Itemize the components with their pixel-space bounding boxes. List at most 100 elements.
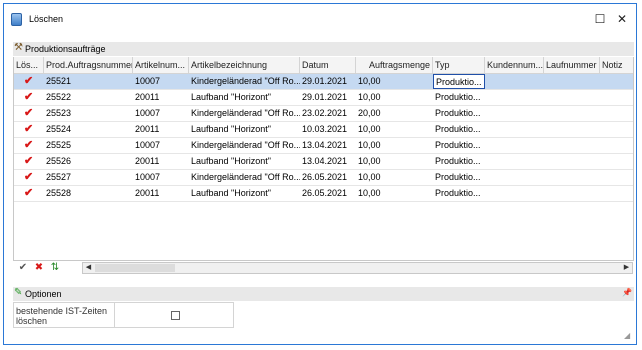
cell-datum: 26.05.2021 [302, 188, 348, 198]
cell-nr: 25525 [46, 140, 72, 150]
table-row[interactable]: ✔ 25524 20011 Laufband "Horizont" 10.03.2021… [14, 122, 633, 138]
cell-datum: 29.01.2021 [302, 76, 348, 86]
cell-menge: 10,00 [358, 124, 381, 134]
grid-header: Lös... Prod.Auftragsnummer Artikelnum...… [14, 57, 633, 74]
delete-ist-times-checkbox[interactable] [171, 311, 180, 320]
col-header-notiz[interactable]: Notiz [600, 57, 633, 73]
cell-bez: Laufband "Horizont" [191, 92, 271, 102]
cell-typ: Produktio... [435, 188, 481, 198]
cell-typ: Produktio... [435, 172, 481, 182]
cell-typ: Produktio... [435, 140, 481, 150]
col-header-typ[interactable]: Typ [433, 57, 485, 73]
delete-icon[interactable]: ✖ [33, 262, 45, 274]
window-title: Löschen [29, 14, 64, 24]
delete-check-icon[interactable]: ✔ [14, 154, 44, 169]
cell-menge: 10,00 [358, 76, 381, 86]
cell-nr: 25528 [46, 188, 72, 198]
table-row[interactable]: ✔ 25528 20011 Laufband "Horizont" 26.05.2021… [14, 186, 633, 202]
cell-typ: Produktio... [435, 124, 481, 134]
cell-datum: 29.01.2021 [302, 92, 348, 102]
cell-art: 20011 [135, 124, 160, 134]
cell-datum: 13.04.2021 [302, 156, 348, 166]
orders-grid: Lös... Prod.Auftragsnummer Artikelnum...… [13, 57, 634, 261]
cell-art: 20011 [135, 188, 160, 198]
cell-art: 20011 [135, 92, 160, 102]
cell-nr: 25523 [46, 108, 72, 118]
options-header: ✎ Optionen 📌 [13, 287, 634, 301]
table-row[interactable]: ✔ 25522 20011 Laufband "Horizont" 29.01.2021… [14, 90, 633, 106]
cell-nr: 25524 [46, 124, 72, 134]
col-header-loeschen[interactable]: Lös... [14, 57, 44, 73]
cell-bez: Kindergeländerad "Off Ro... [191, 108, 300, 118]
cell-datum: 23.02.2021 [302, 108, 348, 118]
resize-grip-icon[interactable]: ◢ [624, 332, 632, 340]
options-title: Optionen [25, 289, 62, 299]
col-header-kundennummer[interactable]: Kundennum... [485, 57, 544, 73]
table-row[interactable]: ✔ 25525 10007 Kindergeländerad "Off Ro... 13… [14, 138, 633, 154]
cell-menge: 10,00 [358, 140, 381, 150]
cell-menge: 20,00 [358, 108, 381, 118]
scroll-left-icon[interactable]: ◀ [83, 263, 94, 273]
cell-art: 20011 [135, 156, 160, 166]
delete-check-icon[interactable]: ✔ [14, 186, 44, 201]
col-header-datum[interactable]: Datum [300, 57, 356, 73]
cell-datum: 10.03.2021 [302, 124, 348, 134]
sort-icon[interactable]: ⇅ [49, 262, 61, 274]
scroll-right-icon[interactable]: ▶ [621, 263, 632, 273]
col-header-artikelnummer[interactable]: Artikelnum... [133, 57, 189, 73]
cell-nr: 25526 [46, 156, 72, 166]
cell-bez: Kindergeländerad "Off Ro... [191, 172, 300, 182]
hammer-icon: ⚒ [14, 42, 23, 53]
cell-bez: Laufband "Horizont" [191, 188, 271, 198]
delete-check-icon[interactable]: ✔ [14, 106, 44, 121]
horizontal-scrollbar[interactable]: ◀ ▶ [82, 262, 633, 274]
cell-nr: 25522 [46, 92, 72, 102]
cell-art: 10007 [135, 76, 161, 86]
cell-datum: 26.05.2021 [302, 172, 348, 182]
cell-bez: Kindergeländerad "Off Ro... [191, 140, 300, 150]
cell-menge: 10,00 [358, 172, 381, 182]
delete-ist-times-option: bestehende IST-Zeiten löschen [13, 302, 234, 328]
delete-check-icon[interactable]: ✔ [14, 138, 44, 153]
app-icon [11, 13, 22, 26]
col-header-artikelbezeichnung[interactable]: Artikelbezeichnung [189, 57, 300, 73]
pencil-icon: ✎ [14, 287, 23, 298]
table-row[interactable]: ✔ 25523 10007 Kindergeländerad "Off Ro... 23… [14, 106, 633, 122]
select-all-icon[interactable]: ✔ [17, 262, 29, 274]
cell-menge: 10,00 [358, 188, 381, 198]
cell-bez: Kindergeländerad "Off Ro... [191, 76, 300, 86]
table-row[interactable]: ✔ 25526 20011 Laufband "Horizont" 13.04.2021… [14, 154, 633, 170]
panel-title: Produktionsaufträge [25, 44, 106, 54]
grid-toolbar: ✔ ✖ ⇅ ◀ ▶ [13, 261, 634, 275]
cell-bez: Laufband "Horizont" [191, 124, 271, 134]
delete-check-icon[interactable]: ✔ [14, 122, 44, 137]
title-bar: Löschen ☐ ✕ [4, 4, 636, 34]
table-row[interactable]: ✔ 25527 10007 Kindergeländerad "Off Ro... 26… [14, 170, 633, 186]
close-button[interactable]: ✕ [611, 9, 633, 29]
cell-bez: Laufband "Horizont" [191, 156, 271, 166]
cell-art: 10007 [135, 108, 161, 118]
cell-typ: Produktio... [433, 74, 485, 89]
col-header-laufnummer[interactable]: Laufnummer [544, 57, 600, 73]
table-row[interactable]: ✔ 25521 10007 Kindergeländerad "Off Ro... 29… [14, 74, 633, 90]
col-header-auftragsmenge[interactable]: Auftragsmenge [356, 57, 433, 73]
maximize-button[interactable]: ☐ [589, 9, 611, 29]
cell-art: 10007 [135, 172, 161, 182]
cell-typ: Produktio... [435, 108, 481, 118]
delete-check-icon[interactable]: ✔ [14, 170, 44, 185]
cell-typ: Produktio... [435, 156, 481, 166]
cell-nr: 25527 [46, 172, 72, 182]
delete-check-icon[interactable]: ✔ [14, 90, 44, 105]
col-header-auftragsnummer[interactable]: Prod.Auftragsnummer [44, 57, 133, 73]
delete-check-icon[interactable]: ✔ [14, 74, 44, 89]
cell-menge: 10,00 [358, 92, 381, 102]
pin-icon[interactable]: 📌 [622, 288, 632, 297]
cell-menge: 10,00 [358, 156, 381, 166]
scroll-thumb[interactable] [95, 264, 175, 272]
production-orders-header: ⚒ Produktionsaufträge [13, 42, 634, 56]
option-label: bestehende IST-Zeiten löschen [16, 306, 108, 326]
cell-typ: Produktio... [435, 92, 481, 102]
option-value-cell[interactable] [114, 303, 234, 327]
cell-nr: 25521 [46, 76, 72, 86]
cell-art: 10007 [135, 140, 161, 150]
